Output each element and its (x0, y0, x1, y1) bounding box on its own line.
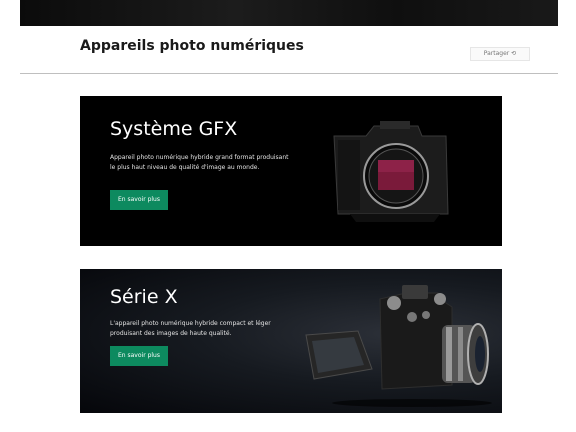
share-button[interactable]: Partager ⟲ (470, 47, 530, 61)
card-description: Appareil photo numérique hybride grand f… (110, 154, 289, 171)
learn-more-button[interactable]: En savoir plus (110, 346, 168, 366)
card-title: Série X (110, 286, 178, 308)
page-title: Appareils photo numériques (80, 38, 304, 54)
medium-format-camera-body-icon (333, 121, 449, 222)
product-card-x-series[interactable]: Série X L'appareil photo numérique hybri… (80, 269, 502, 413)
card-description: L'appareil photo numérique hybride compa… (110, 320, 271, 337)
card-title: Système GFX (110, 118, 238, 140)
learn-more-button[interactable]: En savoir plus (110, 190, 168, 210)
page-header: Appareils photo numériques Partager ⟲ (20, 26, 558, 74)
hero-banner-image (20, 0, 558, 26)
product-card-gfx[interactable]: Système GFX Appareil photo numérique hyb… (80, 96, 502, 246)
x-series-camera-with-lens-icon (305, 285, 492, 407)
